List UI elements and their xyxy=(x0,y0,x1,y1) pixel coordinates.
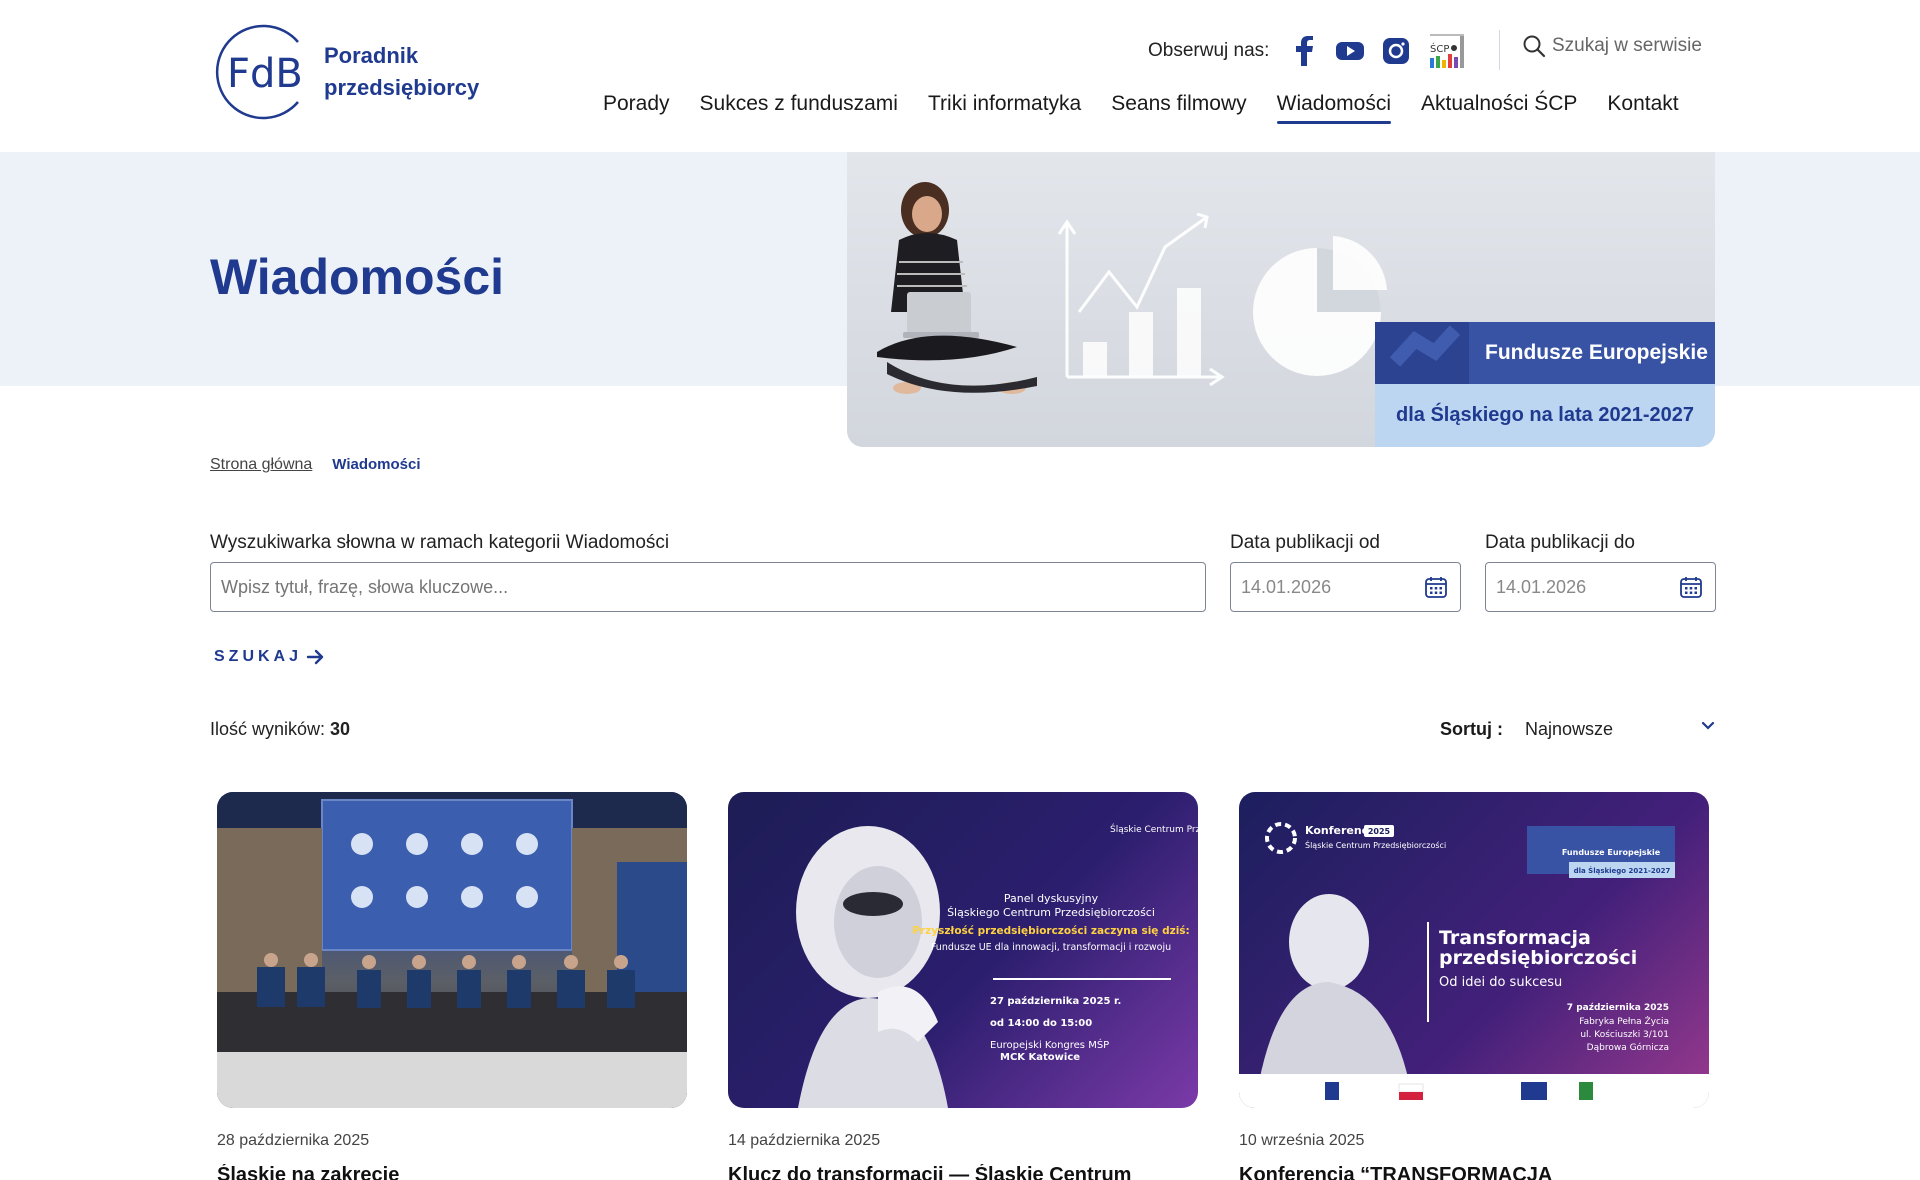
poster-title-1: Transformacja xyxy=(1439,927,1591,949)
conference-poster: Konferencja 2025 Śląskie Centrum Przedsi… xyxy=(1239,822,1709,1108)
poster-place-2: MCK Katowice xyxy=(1000,1052,1080,1063)
social-links: Obserwuj nas: ŚCP xyxy=(1148,34,1483,68)
follow-label: Obserwuj nas: xyxy=(1148,40,1270,61)
site-search[interactable]: Szukaj w serwisie xyxy=(1522,34,1702,58)
nav-wiadomosci[interactable]: Wiadomości xyxy=(1276,92,1392,124)
poster-conf-year: 2025 xyxy=(1368,827,1391,836)
date-from-value: 14.01.2026 xyxy=(1241,576,1332,597)
article-card-date: 10 września 2025 xyxy=(1239,1132,1365,1149)
article-card-image[interactable]: Śląskie Centrum Przedsiębiorczości Panel… xyxy=(728,792,1198,1108)
nav-aktualnosci-scp[interactable]: Aktualności ŚCP xyxy=(1421,92,1577,124)
sort-selected-value: Najnowsze xyxy=(1525,719,1614,739)
date-from-label: Data publikacji od xyxy=(1230,532,1380,553)
logo-line-2: przedsiębiorcy xyxy=(324,75,480,100)
poster-place-1: Fabryka Pełna Życia xyxy=(1579,1016,1669,1027)
poster-org: Śląskie Centrum Przedsiębiorczości xyxy=(1305,839,1446,850)
hero-image: Fundusze Europejskie dla Śląskiego na la… xyxy=(847,152,1715,447)
header-divider xyxy=(1499,30,1500,70)
chevron-down-icon xyxy=(1701,721,1715,730)
poster-fe-sub: dla Śląskiego 2021-2027 xyxy=(1574,866,1671,875)
keyword-field[interactable] xyxy=(210,562,1206,612)
results-count-value: 30 xyxy=(330,719,351,739)
logo-text: Poradnik przedsiębiorcy xyxy=(324,40,479,104)
sort-select[interactable]: Najnowsze xyxy=(1525,719,1715,740)
poster-sub: Fundusze UE dla innowacji, transformacji… xyxy=(931,942,1171,953)
article-card[interactable]: 28 października 2025 Śląskie na zakręcie xyxy=(217,792,687,1180)
page-title: Wiadomości xyxy=(210,249,505,305)
eu-stars-icon xyxy=(1375,322,1469,384)
article-card-title[interactable]: Klucz do transformacji — Śląskie Centrum xyxy=(728,1164,1198,1180)
logo-mark-text: FdB xyxy=(227,51,303,97)
article-card-image[interactable] xyxy=(217,792,687,1108)
poster-place-1: Europejski Kongres MŚP xyxy=(990,1038,1109,1051)
poster-title-2: przedsiębiorczości xyxy=(1439,947,1637,969)
nav-kontakt[interactable]: Kontakt xyxy=(1607,92,1678,124)
nav-porady[interactable]: Porady xyxy=(603,92,670,124)
results-count-label: Ilość wyników: xyxy=(210,719,326,739)
article-card-title[interactable]: Śląskie na zakręcie xyxy=(217,1164,687,1180)
poster-fe: Fundusze Europejskie xyxy=(1562,848,1661,857)
article-card-image[interactable]: Konferencja 2025 Śląskie Centrum Przedsi… xyxy=(1239,792,1709,1108)
article-card[interactable]: Konferencja 2025 Śląskie Centrum Przedsi… xyxy=(1239,792,1709,1180)
eu-badge-title: Fundusze Europejskie xyxy=(1485,341,1708,364)
poster-header: Śląskie Centrum Przedsiębiorczości xyxy=(1110,823,1198,835)
nav-triki-informatyka[interactable]: Triki informatyka xyxy=(928,92,1081,124)
poster-line-2: Śląskiego Centrum Przedsiębiorczości xyxy=(947,906,1155,919)
article-card[interactable]: Śląskie Centrum Przedsiębiorczości Panel… xyxy=(728,792,1198,1180)
breadcrumb-home[interactable]: Strona główna xyxy=(210,456,312,474)
keyword-label: Wyszukiwarka słowna w ramach kategorii W… xyxy=(210,532,670,553)
conference-photo xyxy=(217,792,687,1108)
site-logo[interactable]: FdB Poradnik przedsiębiorcy xyxy=(210,24,479,120)
calendar-icon[interactable] xyxy=(1424,575,1448,599)
keyword-input[interactable] xyxy=(221,563,1205,611)
article-card-date: 28 października 2025 xyxy=(217,1132,370,1149)
date-to-value: 14.01.2026 xyxy=(1496,576,1587,597)
logo-line-1: Poradnik xyxy=(324,43,419,68)
main-nav: Porady Sukces z funduszami Triki informa… xyxy=(603,92,1679,124)
calendar-icon[interactable] xyxy=(1679,575,1703,599)
search-submit-button[interactable]: SZUKAJ xyxy=(214,648,326,666)
date-from-field[interactable]: 14.01.2026 xyxy=(1230,562,1461,612)
breadcrumb-current: Wiadomości xyxy=(332,456,421,473)
breadcrumb: Strona główna Wiadomości xyxy=(210,456,421,474)
youtube-icon[interactable] xyxy=(1335,36,1365,66)
article-card-title[interactable]: Konferencja “TRANSFORMACJA xyxy=(1239,1164,1709,1180)
poster-date: 27 października 2025 r. xyxy=(990,995,1121,1007)
eu-badge-subtitle: dla Śląskiego na lata 2021-2027 xyxy=(1375,384,1715,447)
poster-subtitle: Od idei do sukcesu xyxy=(1439,975,1562,990)
article-card-date: 14 października 2025 xyxy=(728,1132,881,1149)
scp-icon[interactable]: ŚCP xyxy=(1427,34,1467,68)
search-icon xyxy=(1523,35,1546,58)
poster-date: 7 października 2025 xyxy=(1567,1003,1669,1013)
robot-panel-poster: Śląskie Centrum Przedsiębiorczości Panel… xyxy=(796,823,1198,1108)
sort-label: Sortuj : xyxy=(1440,719,1503,739)
arrow-right-icon xyxy=(306,649,324,665)
logo-mark: FdB xyxy=(210,24,306,120)
poster-place-3: Dąbrowa Górnicza xyxy=(1587,1042,1669,1053)
eu-funds-badge: Fundusze Europejskie dla Śląskiego na la… xyxy=(1375,322,1715,447)
site-search-placeholder: Szukaj w serwisie xyxy=(1552,35,1702,56)
poster-place-2: ul. Kościuszki 3/101 xyxy=(1580,1029,1669,1040)
poster-yellow: Przyszłość przedsiębiorczości zaczyna si… xyxy=(912,925,1190,937)
date-to-field[interactable]: 14.01.2026 xyxy=(1485,562,1716,612)
nav-sukces-z-funduszami[interactable]: Sukces z funduszami xyxy=(700,92,898,124)
sort-control: Sortuj : Najnowsze xyxy=(1440,719,1715,740)
date-to-label: Data publikacji do xyxy=(1485,532,1635,553)
poster-line-1: Panel dyskusyjny xyxy=(1004,892,1099,905)
search-submit-label: SZUKAJ xyxy=(214,648,303,665)
instagram-icon[interactable] xyxy=(1381,36,1411,66)
site-header: FdB Poradnik przedsiębiorcy Obserwuj nas… xyxy=(0,0,1920,150)
facebook-icon[interactable] xyxy=(1289,36,1319,66)
results-count: Ilość wyników: 30 xyxy=(210,719,350,740)
poster-time: od 14:00 do 15:00 xyxy=(990,1018,1092,1029)
nav-seans-filmowy[interactable]: Seans filmowy xyxy=(1111,92,1246,124)
scp-label: ŚCP xyxy=(1430,42,1449,55)
